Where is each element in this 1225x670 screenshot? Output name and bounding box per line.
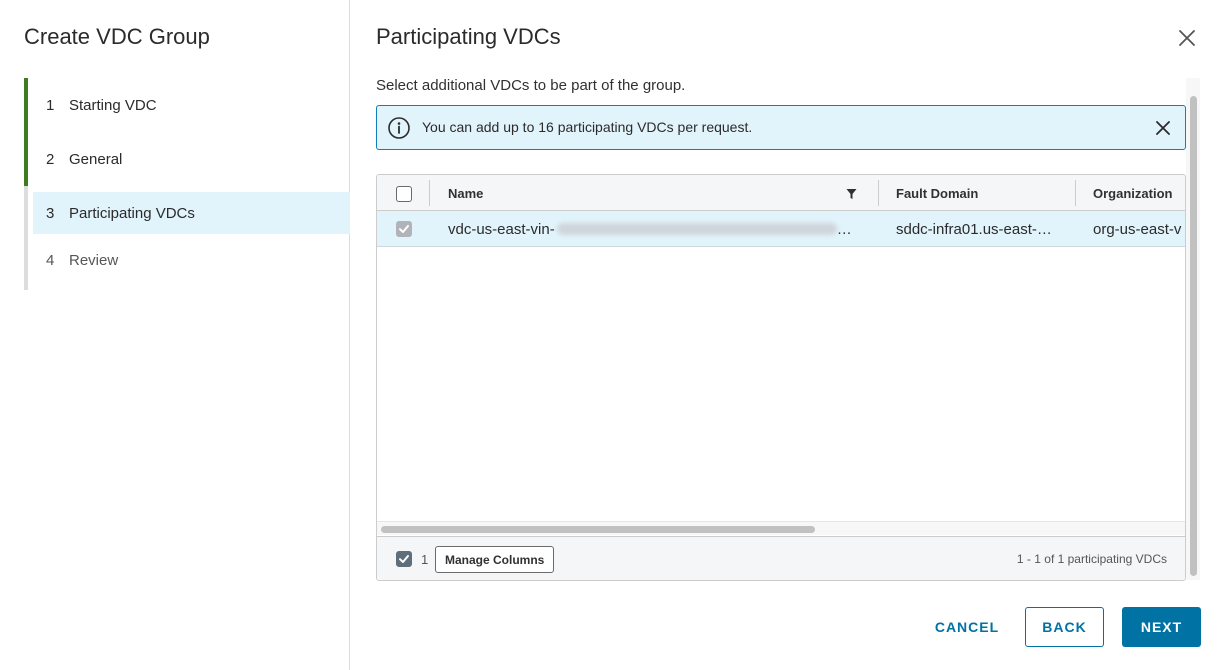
scrollbar-thumb[interactable] xyxy=(1190,96,1197,576)
vdc-datagrid: Name Fault Domain Organization vdc-us-ea… xyxy=(376,174,1186,581)
create-vdc-group-wizard: Create VDC Group 1 Starting VDC 2 Genera… xyxy=(0,0,1225,670)
selection-indicator-checkbox[interactable] xyxy=(396,551,412,567)
column-separator xyxy=(878,180,879,206)
step-number: 3 xyxy=(46,204,55,222)
selected-count: 1 xyxy=(421,552,429,567)
page-title: Participating VDCs xyxy=(376,24,561,49)
scrollbar-thumb[interactable] xyxy=(381,526,815,533)
filter-icon[interactable] xyxy=(846,187,857,205)
column-separator xyxy=(1075,180,1076,206)
column-title: Fault Domain xyxy=(896,185,979,201)
alert-message: You can add up to 16 participating VDCs … xyxy=(422,119,753,135)
grid-footer: 1 Manage Columns 1 - 1 of 1 participatin… xyxy=(377,536,1185,580)
step-label: Starting VDC xyxy=(69,96,157,114)
truncation-ellipsis: … xyxy=(836,220,852,238)
grid-header: Name Fault Domain Organization xyxy=(377,175,1185,211)
row-checkbox[interactable] xyxy=(396,221,412,237)
step-label: Participating VDCs xyxy=(69,204,195,222)
step-number: 1 xyxy=(46,96,55,114)
step-progress-bar xyxy=(24,78,28,132)
select-all-checkbox[interactable] xyxy=(396,186,412,202)
step-starting-vdc[interactable]: 1 Starting VDC xyxy=(24,78,350,132)
column-header-fault-domain[interactable]: Fault Domain xyxy=(896,175,1066,211)
manage-columns-button[interactable]: Manage Columns xyxy=(435,546,555,573)
wizard-sidebar: Create VDC Group 1 Starting VDC 2 Genera… xyxy=(0,0,350,670)
pagination-summary: 1 - 1 of 1 participating VDCs xyxy=(1016,552,1167,566)
horizontal-scrollbar[interactable] xyxy=(377,521,1185,535)
page-description: Select additional VDCs to be part of the… xyxy=(376,77,686,94)
info-icon xyxy=(387,116,411,140)
step-general[interactable]: 2 General xyxy=(24,132,350,186)
step-label: General xyxy=(69,150,123,168)
wizard-title: Create VDC Group xyxy=(24,24,210,49)
vdc-name: vdc-us-east-vin- xyxy=(448,220,555,238)
table-row[interactable]: vdc-us-east-vin- … sddc-infra01.us-east-… xyxy=(377,211,1185,247)
step-number: 4 xyxy=(46,251,55,269)
wizard-steps: 1 Starting VDC 2 General 3 Participating… xyxy=(24,78,350,290)
column-separator xyxy=(429,180,430,206)
step-review[interactable]: 4 Review xyxy=(24,240,350,290)
close-icon[interactable] xyxy=(1176,27,1198,49)
cancel-button[interactable]: CANCEL xyxy=(922,607,1012,647)
redacted-text xyxy=(556,223,837,235)
cell-name: vdc-us-east-vin- … xyxy=(448,211,858,247)
step-participating-vdcs[interactable]: 3 Participating VDCs xyxy=(24,186,350,240)
alert-close-icon[interactable] xyxy=(1153,118,1173,138)
step-number: 2 xyxy=(46,150,55,168)
step-label: Review xyxy=(69,251,119,269)
back-button[interactable]: BACK xyxy=(1025,607,1104,647)
column-title: Name xyxy=(448,185,484,201)
cell-organization: org-us-east-v xyxy=(1093,220,1182,238)
next-button[interactable]: NEXT xyxy=(1122,607,1201,647)
column-header-organization[interactable]: Organization xyxy=(1093,175,1185,211)
step-progress-bar xyxy=(24,132,28,186)
vertical-scrollbar[interactable] xyxy=(1186,78,1200,580)
info-alert: You can add up to 16 participating VDCs … xyxy=(376,105,1186,150)
column-title: Organization xyxy=(1093,185,1173,201)
column-header-name[interactable]: Name xyxy=(448,175,868,211)
cell-fault-domain: sddc-infra01.us-east-… xyxy=(896,220,1052,238)
step-progress-bar xyxy=(24,240,28,290)
